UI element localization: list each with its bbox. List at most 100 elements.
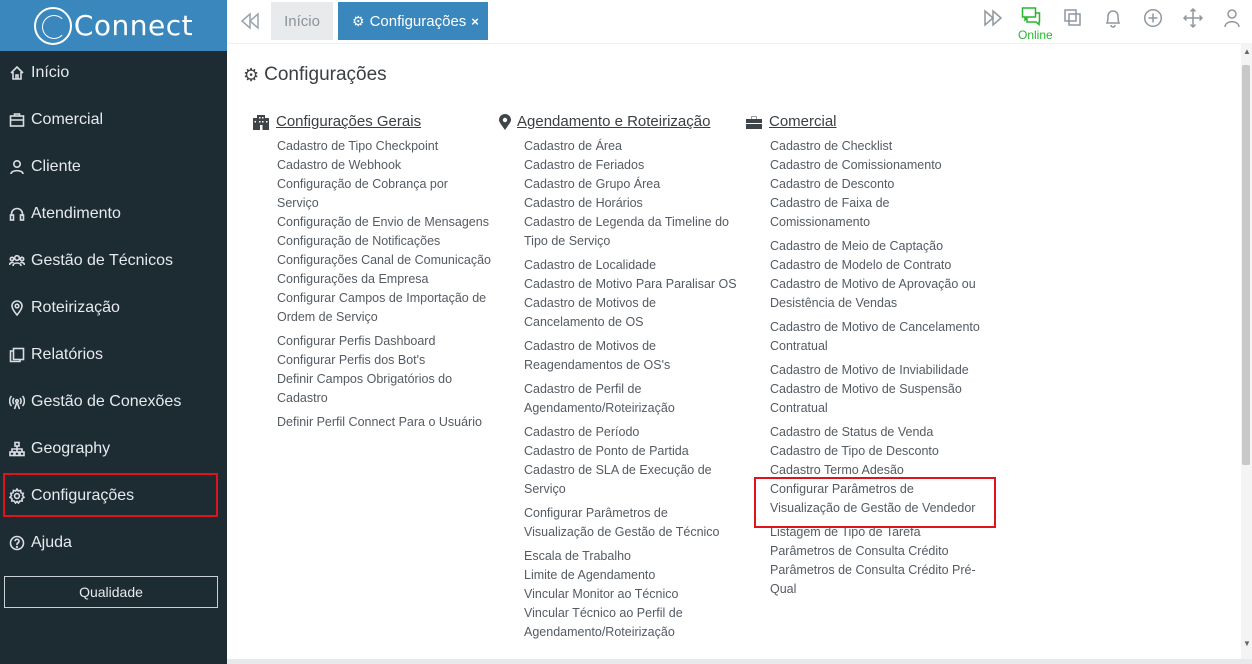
list-item[interactable]: Cadastro de Tipo Checkpoint: [277, 137, 492, 156]
list-item[interactable]: Cadastro de Horários: [524, 194, 739, 213]
sidebar-item-comercial[interactable]: Comercial: [0, 96, 227, 143]
list-item[interactable]: Cadastro de Motivos de Cancelamento de O…: [524, 294, 739, 332]
sidebar-item-label: Roteirização: [31, 298, 120, 316]
list-item[interactable]: Configurar Parâmetros de Visualização de…: [524, 504, 739, 542]
collapse-sidebar-icon[interactable]: [239, 10, 261, 32]
section-agendamento-roteirizacao[interactable]: Agendamento e Roteirização: [499, 113, 710, 130]
vertical-scrollbar[interactable]: ▲ ▼: [1241, 43, 1252, 659]
sidebar-item-relatorios[interactable]: Relatórios: [0, 331, 227, 378]
list-item[interactable]: Vincular Monitor ao Técnico: [524, 585, 739, 604]
list-item[interactable]: Cadastro de Grupo Área: [524, 175, 739, 194]
headset-icon: [8, 205, 26, 223]
connect-logo-icon: [33, 6, 72, 45]
sidebar-item-label: Início: [31, 63, 70, 81]
section-title: Comercial: [769, 113, 837, 130]
list-item[interactable]: Cadastro de Motivos de Reagendamentos de…: [524, 337, 739, 375]
section-title: Agendamento e Roteirização: [517, 113, 711, 130]
list-item[interactable]: Configurações Canal de Comunicação: [277, 251, 492, 270]
list-item[interactable]: Limite de Agendamento: [524, 566, 739, 585]
tab-label: Configurações: [369, 12, 467, 30]
map-pin-icon: [8, 299, 26, 317]
user-profile-icon[interactable]: [1222, 8, 1244, 30]
sidebar-item-cliente[interactable]: Cliente: [0, 143, 227, 190]
list-item[interactable]: Escala de Trabalho: [524, 547, 739, 566]
sidebar-item-roteirizacao[interactable]: Roteirização: [0, 284, 227, 331]
list-item[interactable]: Cadastro de Período: [524, 423, 739, 442]
help-icon: [8, 534, 26, 552]
list-item[interactable]: Configuração de Envio de Mensagens: [277, 213, 492, 232]
list-item[interactable]: Cadastro de Localidade: [524, 256, 739, 275]
bell-icon[interactable]: [1103, 8, 1125, 30]
building-icon: [252, 114, 270, 130]
sidebar-item-gestao-tecnicos[interactable]: Gestão de Técnicos: [0, 237, 227, 284]
list-item[interactable]: Cadastro de Meio de Captação: [770, 237, 985, 256]
close-tab-icon[interactable]: ×: [471, 14, 479, 29]
sidebar-item-label: Gestão de Conexões: [31, 392, 182, 410]
tab-inicio[interactable]: Início: [271, 2, 333, 40]
list-item[interactable]: Cadastro de Webhook: [277, 156, 492, 175]
top-bar: Início ⚙ Configurações × Online: [227, 0, 1252, 43]
tab-configuracoes[interactable]: ⚙ Configurações ×: [338, 2, 488, 40]
list-item[interactable]: Cadastro de Desconto: [770, 175, 985, 194]
list-item[interactable]: Parâmetros de Consulta Crédito Pré-Qual: [770, 561, 985, 599]
chat-online-icon[interactable]: [1021, 6, 1043, 28]
scroll-thumb[interactable]: [1242, 65, 1250, 465]
list-item[interactable]: Cadastro de Perfil de Agendamento/Roteir…: [524, 380, 739, 418]
qualidade-button[interactable]: Qualidade: [4, 576, 218, 608]
sidebar-item-geography[interactable]: Geography: [0, 425, 227, 472]
logo[interactable]: Connect: [0, 0, 227, 51]
list-agendamento-roteirizacao: Cadastro de Área Cadastro de Feriados Ca…: [524, 137, 739, 647]
list-item[interactable]: Cadastro de Status de Venda: [770, 423, 985, 442]
fast-forward-icon[interactable]: [983, 8, 1005, 30]
list-item[interactable]: Vincular Técnico ao Perfil de Agendament…: [524, 604, 739, 642]
sidebar-item-label: Gestão de Técnicos: [31, 251, 174, 269]
list-item[interactable]: Cadastro de Área: [524, 137, 739, 156]
briefcase-icon: [8, 111, 26, 129]
section-title: Configurações Gerais: [276, 113, 422, 130]
list-item[interactable]: Configuração de Notificações: [277, 232, 492, 251]
list-item[interactable]: Cadastro de Comissionamento: [770, 156, 985, 175]
page-title-text: Configurações: [264, 64, 387, 85]
home-icon: [8, 64, 26, 82]
scroll-down-icon[interactable]: ▼: [1243, 639, 1251, 648]
list-item[interactable]: Cadastro de Modelo de Contrato: [770, 256, 985, 275]
list-item[interactable]: Cadastro de SLA de Execução de Serviço: [524, 461, 739, 499]
sidebar-item-gestao-conexoes[interactable]: Gestão de Conexões: [0, 378, 227, 425]
list-item[interactable]: Cadastro de Feriados: [524, 156, 739, 175]
list-item[interactable]: Definir Perfil Connect Para o Usuário: [277, 413, 492, 432]
sidebar-item-label: Comercial: [31, 110, 104, 128]
list-item[interactable]: Configurar Perfis Dashboard: [277, 332, 492, 351]
highlight-box-configuracoes: [3, 473, 218, 517]
sidebar-item-label: Ajuda: [31, 533, 72, 551]
move-icon[interactable]: [1182, 7, 1205, 30]
list-item[interactable]: Cadastro de Motivo de Suspensão Contratu…: [770, 380, 985, 418]
section-comercial[interactable]: Comercial: [745, 113, 837, 130]
list-item[interactable]: Cadastro de Tipo de Desconto: [770, 442, 985, 461]
sidebar-item-inicio[interactable]: Início: [0, 49, 227, 96]
windows-icon[interactable]: [1063, 8, 1085, 30]
list-item[interactable]: Cadastro de Legenda da Timeline do Tipo …: [524, 213, 739, 251]
list-item[interactable]: Configurações da Empresa: [277, 270, 492, 289]
list-item[interactable]: Cadastro de Checklist: [770, 137, 985, 156]
list-item[interactable]: Cadastro de Motivo Para Paralisar OS: [524, 275, 739, 294]
sidebar-item-ajuda[interactable]: Ajuda: [0, 519, 227, 566]
gear-icon: ⚙: [352, 12, 365, 29]
sidebar-item-label: Cliente: [31, 157, 81, 175]
list-item[interactable]: Cadastro de Faixa de Comissionamento: [770, 194, 930, 232]
list-item[interactable]: Definir Campos Obrigatórios do Cadastro: [277, 370, 492, 408]
list-item[interactable]: Cadastro de Motivo de Aprovação ou Desis…: [770, 275, 985, 313]
add-circle-icon[interactable]: [1143, 8, 1165, 30]
list-item[interactable]: Configurar Perfis dos Bot's: [277, 351, 492, 370]
list-item[interactable]: Configurar Campos de Importação de Ordem…: [277, 289, 492, 327]
sidebar-item-atendimento[interactable]: Atendimento: [0, 190, 227, 237]
section-configuracoes-gerais[interactable]: Configurações Gerais: [252, 113, 421, 130]
list-item[interactable]: Cadastro de Ponto de Partida: [524, 442, 739, 461]
sitemap-icon: [8, 440, 26, 458]
scroll-up-icon[interactable]: ▲: [1243, 47, 1251, 56]
list-item[interactable]: Configuração de Cobrança por Serviço: [277, 175, 492, 213]
bottom-strip: [227, 659, 1252, 664]
list-item[interactable]: Cadastro de Motivo de Inviabilidade: [770, 361, 985, 380]
list-item[interactable]: Cadastro de Motivo de Cancelamento Contr…: [770, 318, 985, 356]
list-item[interactable]: Parâmetros de Consulta Crédito: [770, 542, 985, 561]
page-title: ⚙ Configurações: [243, 64, 387, 86]
